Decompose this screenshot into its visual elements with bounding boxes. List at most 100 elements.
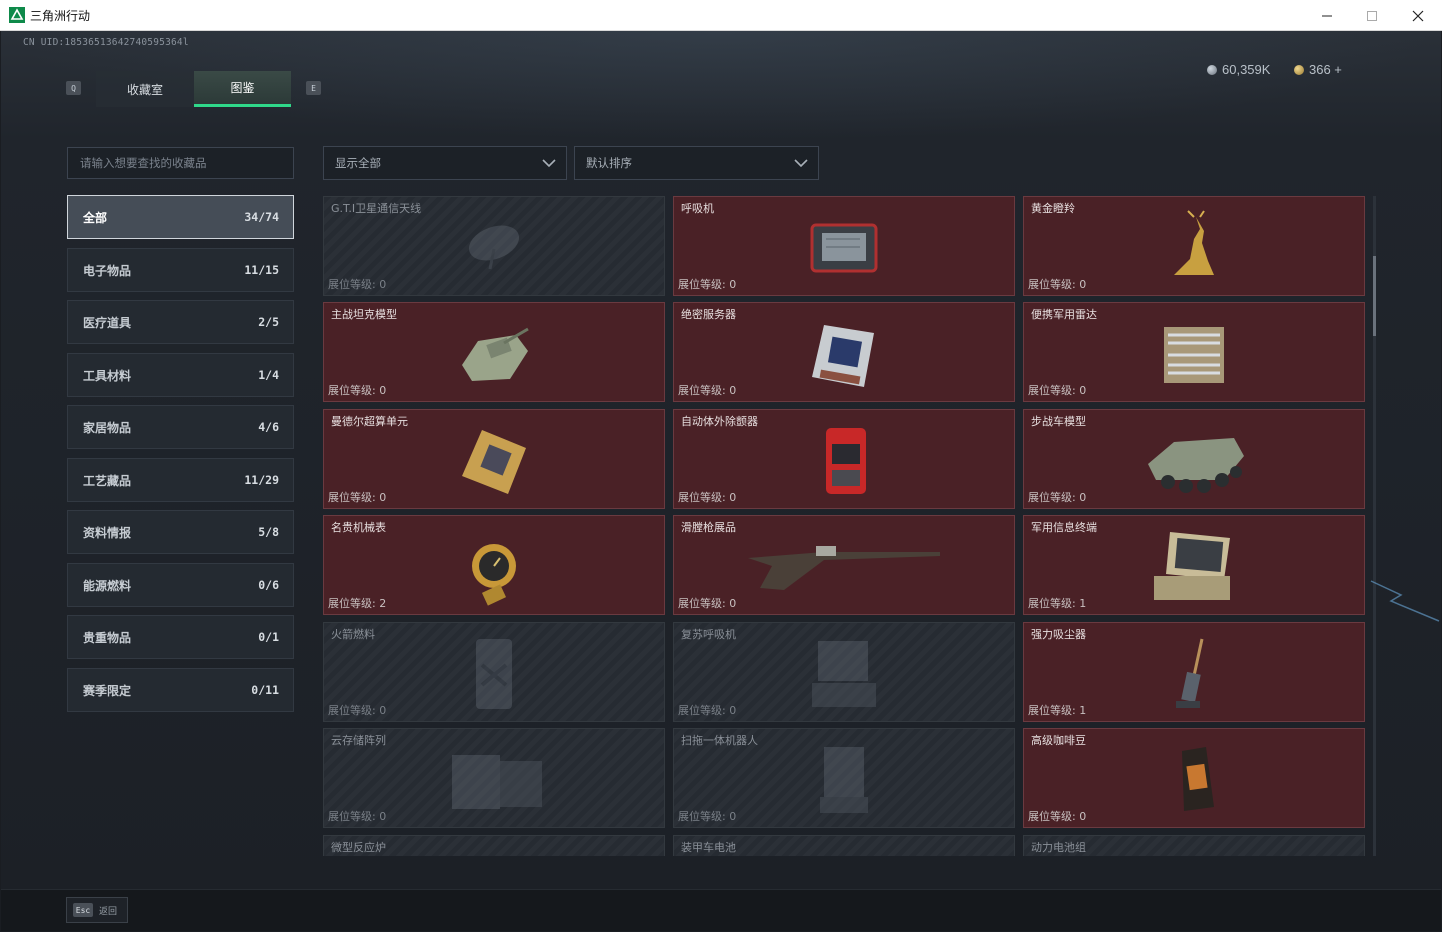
category-label: 贵重物品 (83, 630, 132, 645)
currency-gold[interactable]: 366 + (1294, 62, 1342, 77)
ifv-model-icon (1148, 438, 1244, 493)
level-label: 展位等级: (678, 384, 726, 397)
item-name: 滑膛枪展品 (681, 521, 736, 534)
level-label: 展位等级: (328, 597, 376, 610)
golden-gazelle-icon (1174, 210, 1214, 275)
item-level: 展位等级: 0 (1028, 489, 1086, 505)
item-card[interactable]: 便携军用雷达 展位等级: 0 (1023, 302, 1365, 402)
item-name: 高级咖啡豆 (1031, 734, 1086, 747)
item-card[interactable]: 强力吸尘器 展位等级: 1 (1023, 622, 1365, 722)
level-label: 展位等级: (1028, 278, 1076, 291)
grid-scrollbar-thumb[interactable] (1373, 256, 1376, 336)
item-level: 展位等级: 0 (678, 489, 736, 505)
level-label: 展位等级: (678, 810, 726, 823)
item-name: 绝密服务器 (681, 308, 736, 321)
item-card[interactable]: 云存储阵列 展位等级: 0 (323, 728, 665, 828)
maximize-button[interactable] (1349, 0, 1395, 31)
close-icon (1412, 10, 1424, 21)
item-name: 微型反应炉 (331, 841, 386, 854)
category-count: 34/74 (244, 210, 279, 224)
category-all[interactable]: 全部 34/74 (67, 195, 294, 239)
minimize-button[interactable] (1304, 0, 1350, 31)
window-title: 三角洲行动 (30, 9, 91, 23)
collection-search-input[interactable]: 请输入想要查找的收藏品 (67, 147, 294, 179)
show-filter-dropdown[interactable]: 显示全部 (323, 146, 567, 180)
search-placeholder: 请输入想要查找的收藏品 (80, 156, 207, 170)
sort-dropdown[interactable]: 默认排序 (574, 146, 819, 180)
level-label: 展位等级: (1028, 597, 1076, 610)
level-value: 2 (379, 597, 387, 610)
musket-icon (748, 546, 940, 590)
category-label: 医疗道具 (83, 315, 132, 330)
item-card[interactable]: 主战坦克模型 展位等级: 0 (323, 302, 665, 402)
category-count: 4/6 (258, 420, 279, 434)
category-energy[interactable]: 能源燃料 0/6 (67, 563, 294, 607)
back-label: 返回 (99, 906, 118, 917)
item-card[interactable]: 火箭燃料 展位等级: 0 (323, 622, 665, 722)
item-card[interactable]: 扫拖一体机器人 展位等级: 0 (673, 728, 1015, 828)
level-value: 0 (1079, 810, 1087, 823)
category-valuables[interactable]: 贵重物品 0/1 (67, 615, 294, 659)
item-card[interactable]: 名贵机械表 展位等级: 2 (323, 515, 665, 615)
tab-collection-room[interactable]: 收藏室 (96, 71, 194, 107)
category-season[interactable]: 赛季限定 0/11 (67, 668, 294, 712)
item-card[interactable]: 动力电池组 (1023, 835, 1365, 856)
item-level: 展位等级: 0 (328, 808, 386, 824)
item-name: 曼德尔超算单元 (331, 415, 408, 428)
level-label: 展位等级: (678, 597, 726, 610)
category-label: 工艺藏品 (83, 473, 132, 488)
item-card[interactable]: 曼德尔超算单元 展位等级: 0 (323, 409, 665, 509)
level-value: 0 (729, 384, 737, 397)
item-name: 便携军用雷达 (1031, 308, 1097, 321)
level-label: 展位等级: (328, 384, 376, 397)
item-level: 展位等级: 2 (328, 595, 386, 611)
category-tools[interactable]: 工具材料 1/4 (67, 353, 294, 397)
item-card[interactable]: 绝密服务器 展位等级: 0 (673, 302, 1015, 402)
gold-coin-icon (1294, 64, 1304, 75)
window-titlebar: 三角洲行动 (0, 0, 1442, 31)
item-card[interactable]: 呼吸机 展位等级: 0 (673, 196, 1015, 296)
category-medical[interactable]: 医疗道具 2/5 (67, 300, 294, 344)
category-intel[interactable]: 资料情报 5/8 (67, 510, 294, 554)
silver-coin-icon (1207, 64, 1217, 75)
currency-silver: 60,359K (1207, 62, 1270, 77)
compute-unit-icon (462, 430, 526, 494)
category-label: 电子物品 (83, 263, 132, 278)
category-household[interactable]: 家居物品 4/6 (67, 405, 294, 449)
tab-catalog[interactable]: 图鉴 (194, 71, 291, 107)
item-name: 军用信息终端 (1031, 521, 1097, 534)
item-card[interactable]: G.T.I卫星通信天线 展位等级: 0 (323, 196, 665, 296)
item-name: 火箭燃料 (331, 628, 375, 641)
level-label: 展位等级: (678, 704, 726, 717)
level-label: 展位等级: (1028, 491, 1076, 504)
item-card[interactable]: 装甲车电池 (673, 835, 1015, 856)
close-button[interactable] (1395, 0, 1441, 31)
item-card[interactable]: 高级咖啡豆 展位等级: 0 (1023, 728, 1365, 828)
item-level: 展位等级: 0 (328, 276, 386, 292)
level-label: 展位等级: (1028, 810, 1076, 823)
item-name: 强力吸尘器 (1031, 628, 1086, 641)
item-card[interactable]: 自动体外除颤器 展位等级: 0 (673, 409, 1015, 509)
satellite-dish-icon (468, 225, 520, 270)
item-card[interactable]: 黄金瞪羚 展位等级: 0 (1023, 196, 1365, 296)
item-name: 复苏呼吸机 (681, 628, 736, 641)
item-level: 展位等级: 0 (678, 276, 736, 292)
item-card[interactable]: 滑膛枪展品 展位等级: 0 (673, 515, 1015, 615)
back-button[interactable]: Esc 返回 (66, 897, 128, 923)
category-count: 11/15 (244, 263, 279, 277)
item-name: 扫拖一体机器人 (681, 734, 758, 747)
item-level: 展位等级: 0 (1028, 382, 1086, 398)
lightning-decoration (1370, 580, 1440, 622)
item-card[interactable]: 步战车模型 展位等级: 0 (1023, 409, 1365, 509)
category-electronics[interactable]: 电子物品 11/15 (67, 248, 294, 292)
esc-key-hint: Esc (73, 903, 93, 917)
item-level: 展位等级: 0 (678, 808, 736, 824)
maximize-icon (1367, 10, 1377, 21)
player-uid: CN UID:18536513642740595364l (23, 37, 189, 48)
item-card[interactable]: 军用信息终端 展位等级: 1 (1023, 515, 1365, 615)
category-crafts[interactable]: 工艺藏品 11/29 (67, 458, 294, 502)
item-card[interactable]: 微型反应炉 (323, 835, 665, 856)
item-card[interactable]: 复苏呼吸机 展位等级: 0 (673, 622, 1015, 722)
category-count: 11/29 (244, 473, 279, 487)
level-value: 0 (729, 810, 737, 823)
